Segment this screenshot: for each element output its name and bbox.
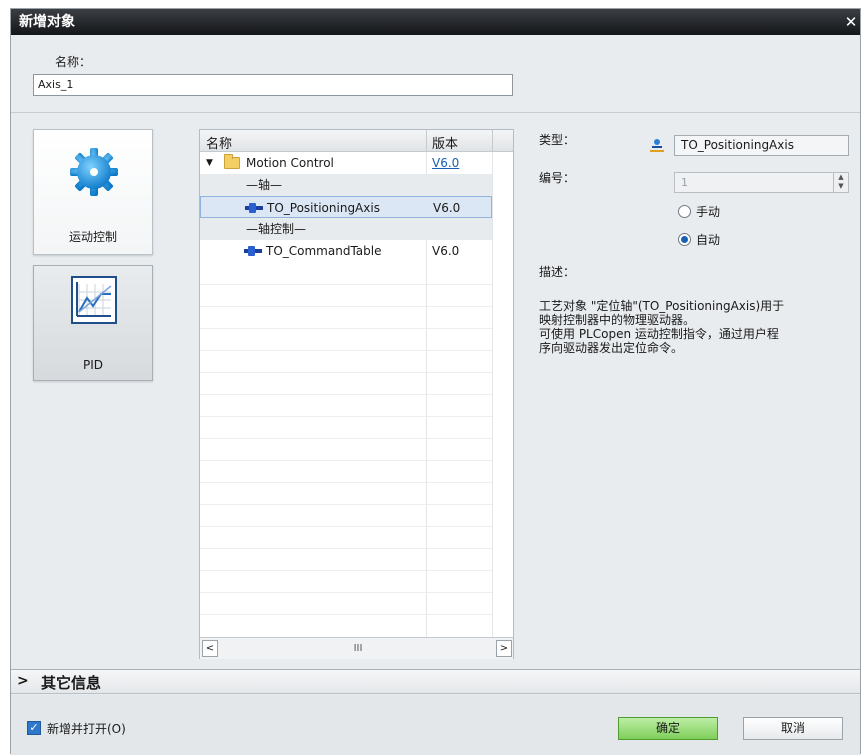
group-label: —轴控制— [246, 222, 307, 236]
tree-group-axis-control: —轴控制— [200, 218, 492, 240]
tree-row-command-table[interactable]: TO_CommandTable V6.0 [200, 240, 492, 262]
number-spinner: ▲ ▼ [833, 173, 848, 192]
horizontal-scrollbar[interactable]: < III > [200, 637, 513, 659]
technology-object-icon [244, 246, 262, 256]
column-divider [426, 130, 427, 152]
grid-line [200, 438, 492, 439]
grid-line [200, 548, 492, 549]
close-icon[interactable]: ✕ [844, 9, 858, 35]
dialog-titlebar: 新增对象 ✕ [11, 9, 860, 35]
object-tree: 名称 版本 ▼ Motion Control V6.0 —轴— TO_Posit… [199, 129, 514, 659]
grid-line [200, 592, 492, 593]
dialog-title: 新增对象 [19, 14, 75, 30]
description-line: 序向驱动器发出定位命令。 [539, 341, 684, 355]
manual-radio-label: 手动 [696, 205, 721, 219]
folder-icon [224, 154, 240, 169]
gear-icon [70, 148, 118, 196]
grid-line [200, 350, 492, 351]
category-motion-control-button[interactable]: 运动控制 [33, 129, 153, 255]
grid-line [200, 482, 492, 483]
technology-object-icon [245, 203, 263, 213]
version-text: V6.0 [432, 244, 460, 258]
add-object-dialog: 新增对象 ✕ 名称： Axis_1 运动控制 PID 名称 版本 ▼ Motio… [10, 8, 861, 755]
grid-line [200, 416, 492, 417]
description-text: 工艺对象 "定位轴"(TO_PositioningAxis)用于 映射控制器中的… [539, 299, 859, 355]
column-header-name[interactable]: 名称 [206, 133, 232, 152]
group-label: —轴— [246, 178, 283, 192]
grid-line [200, 284, 492, 285]
column-divider [492, 130, 493, 152]
name-input[interactable]: Axis_1 [33, 74, 513, 96]
tree-group-axis: —轴— [200, 174, 492, 196]
number-field: 1 ▲ ▼ [674, 172, 849, 193]
auto-radio-label: 自动 [696, 233, 721, 247]
grid-line [200, 306, 492, 307]
tree-row-motion-control[interactable]: ▼ Motion Control V6.0 [200, 152, 492, 174]
add-and-open-label: 新增并打开(O) [47, 722, 126, 736]
grid-line [200, 526, 492, 527]
auto-radio[interactable] [678, 233, 691, 246]
scroll-right-icon[interactable]: > [496, 640, 512, 657]
category-motion-control-label: 运动控制 [68, 230, 117, 244]
more-info-label: 其它信息 [41, 674, 102, 692]
grid-line [200, 570, 492, 571]
tree-row-label: TO_CommandTable [266, 244, 382, 258]
cancel-button[interactable]: 取消 [743, 717, 843, 740]
description-line: 工艺对象 "定位轴"(TO_PositioningAxis)用于 [539, 299, 785, 313]
tree-header: 名称 版本 [200, 130, 513, 152]
type-field: TO_PositioningAxis [674, 135, 849, 156]
tree-row-label: Motion Control [246, 156, 334, 170]
tree-row-label: TO_PositioningAxis [267, 201, 380, 215]
version-text: V6.0 [433, 201, 461, 215]
expand-arrow-icon[interactable]: ▼ [206, 152, 213, 174]
description-label: 描述： [539, 265, 576, 279]
grid-line [200, 460, 492, 461]
add-and-open-checkbox[interactable]: ✓ [27, 721, 41, 735]
version-link[interactable]: V6.0 [432, 152, 459, 174]
name-label: 名称： [55, 55, 92, 69]
column-header-version[interactable]: 版本 [432, 133, 458, 152]
grid-line [200, 328, 492, 329]
grid-line [492, 152, 493, 637]
number-label: 编号： [539, 171, 576, 185]
scroll-thumb[interactable]: III [222, 640, 494, 657]
divider [11, 112, 860, 113]
description-line: 可使用 PLCopen 运动控制指令，通过用户程 [539, 327, 779, 341]
grid-line [200, 372, 492, 373]
scroll-left-icon[interactable]: < [202, 640, 218, 657]
category-pid-button[interactable]: PID [33, 265, 153, 381]
category-pid-label: PID [82, 358, 103, 372]
more-info-expander[interactable]: > 其它信息 [11, 670, 860, 694]
dialog-footer: ✓ 新增并打开(O) 确定 取消 [11, 695, 860, 755]
grid-line [200, 504, 492, 505]
axis-type-icon [650, 139, 664, 152]
manual-radio[interactable] [678, 205, 691, 218]
type-label: 类型： [539, 133, 576, 147]
ok-button[interactable]: 确定 [618, 717, 718, 740]
chevron-right-icon[interactable]: > [17, 673, 29, 689]
grid-line [200, 394, 492, 395]
pid-chart-icon [71, 276, 117, 324]
tree-row-positioning-axis[interactable]: TO_PositioningAxis V6.0 [200, 196, 492, 218]
description-line: 映射控制器中的物理驱动器。 [539, 313, 696, 327]
number-value: 1 [681, 176, 688, 189]
grid-line [200, 614, 492, 615]
